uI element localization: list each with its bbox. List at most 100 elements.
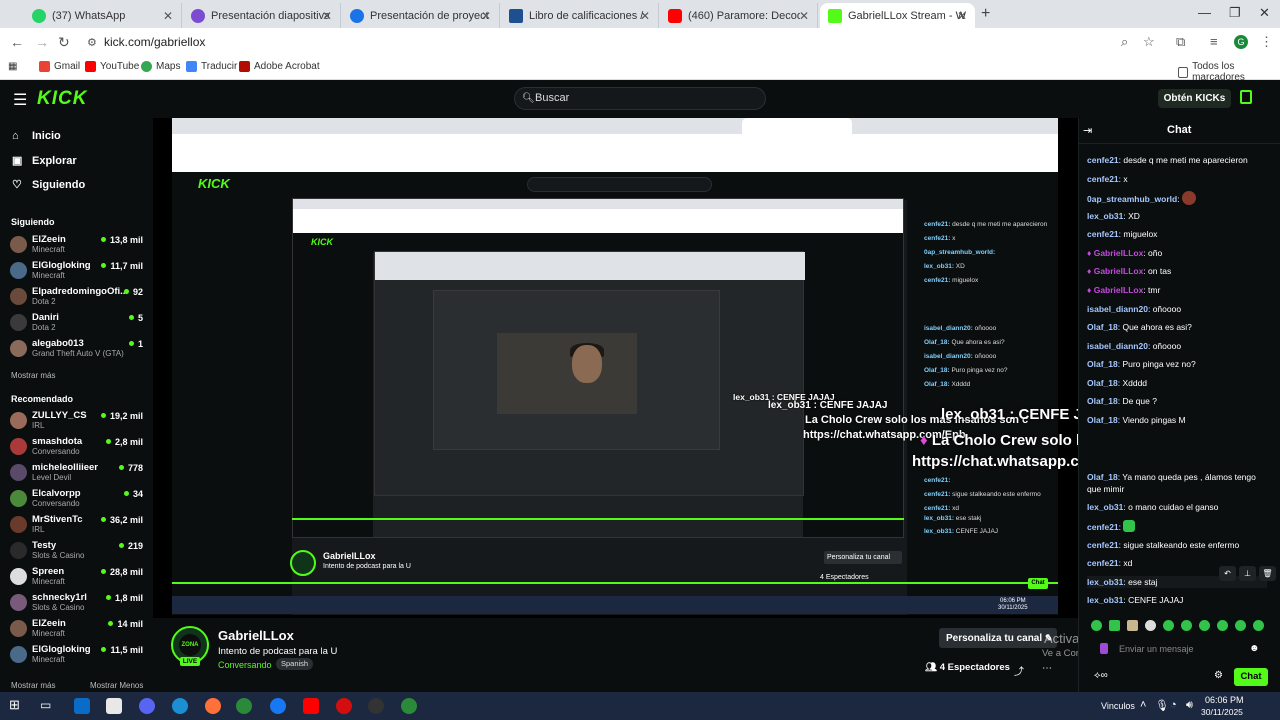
sidebar-channel[interactable]: ElpadredomingoOfi... Dota 2 92 [10,285,145,309]
youtube-icon[interactable] [303,698,319,714]
show-more-following[interactable]: Mostrar más [11,371,55,380]
nav-siguiendo[interactable]: ♡ Siguiendo [12,178,85,192]
sidebar-channel[interactable]: ElGlogloking Minecraft 11,5 mil [10,643,145,667]
show-less-recommended[interactable]: Mostrar Menos [90,681,143,690]
zoom-icon[interactable]: ⌕ [1121,34,1128,50]
language-tag[interactable]: Spanish [276,658,314,670]
tray-arrow-icon[interactable]: ˄ [1140,699,1146,711]
streamer-name[interactable]: GabrielLLox [218,628,294,643]
close-icon[interactable]: ✕ [799,9,809,23]
close-icon[interactable]: ✕ [322,9,332,23]
send-chat-button[interactable]: Chat [1234,668,1268,686]
get-kicks-button[interactable]: Obtén KICKs [1158,89,1231,108]
sidebar-channel[interactable]: MrStivenTc IRL 36,2 mil [10,513,145,537]
volume-icon[interactable]: 🔊︎ [1186,699,1193,712]
site-info-icon[interactable]: ⚙ [87,36,97,49]
store-icon[interactable] [106,698,122,714]
sidebar-channel[interactable]: ElZeein Minecraft 14 mil [10,617,145,641]
sidebar-channel[interactable]: micheleolliieer Level Devil 778 [10,461,145,485]
chat-message-input[interactable]: Enviar un mensaje [1087,640,1267,658]
chrome-icon[interactable] [236,698,252,714]
bookmark-maps[interactable]: Maps [141,61,180,72]
sidebar-channel[interactable]: schnecky1rl Slots & Casino 1,8 mil [10,591,145,615]
stream-category[interactable]: Conversando [218,660,272,670]
search-input[interactable]: 🔍︎ Buscar [514,87,766,110]
apps-grid-icon[interactable]: ▦ [8,61,17,72]
taskbar-time[interactable]: 06:06 PM [1205,695,1244,705]
emote-icon[interactable] [1199,620,1210,631]
close-icon[interactable]: ✕ [481,9,491,23]
tab-whatsapp[interactable]: (37) WhatsApp ✕ [24,3,182,28]
task-view-icon[interactable]: ▭ [40,698,56,714]
emote-icon[interactable] [1109,620,1120,631]
sidebar-channel[interactable]: Testy Slots & Casino 219 [10,539,145,563]
minimize-icon[interactable]: — [1198,5,1211,20]
emote-icon[interactable] [1127,620,1138,631]
reply-icon[interactable]: ↶ [1219,566,1236,581]
close-icon[interactable]: ✕ [957,9,967,23]
forward-icon[interactable]: → [35,34,49,50]
new-tab-icon[interactable]: + [981,5,990,23]
delete-icon[interactable]: 🗑︎ [1259,566,1276,581]
edge-icon[interactable] [172,698,188,714]
sidebar-channel[interactable]: ElZeein Minecraft 13,8 mil [10,233,145,257]
show-more-recommended[interactable]: Mostrar más [11,681,55,690]
window-close-icon[interactable]: ✕ [1259,5,1270,21]
gift-icon[interactable] [1240,90,1252,104]
emote-icon[interactable] [1253,620,1264,631]
close-icon[interactable]: ✕ [163,9,173,23]
app-icon[interactable] [368,698,384,714]
more-options-icon[interactable]: ⋯ [1042,663,1052,674]
emote-icon[interactable] [1145,620,1156,631]
tab-youtube-paramore[interactable]: (460) Paramore: Decode [O ✕ [660,3,818,28]
chrome-profile-icon[interactable] [401,698,417,714]
share-icon[interactable]: ⤴ [1014,663,1024,678]
tab-kick-gabriellox[interactable]: GabrielLLox Stream - Watch Live ✕ [820,3,975,28]
wifi-icon[interactable]: ◔ [1170,699,1177,711]
nav-explorar[interactable]: ▣ Explorar [12,154,77,168]
kick-logo[interactable]: KICK [37,88,87,110]
opera-icon[interactable] [336,698,352,714]
url-text[interactable]: kick.com/gabriellox [104,35,205,49]
emote-icon[interactable] [1217,620,1228,631]
sidebar-channel[interactable]: Spreen Minecraft 28,8 mil [10,565,145,589]
taskbar-date[interactable]: 30/11/2025 [1201,707,1243,717]
close-icon[interactable]: ✕ [640,9,650,23]
windows-start-icon[interactable]: ⊞ [9,697,25,713]
emote-icon[interactable] [1163,620,1174,631]
chat-settings-icon[interactable]: ⚙ [1214,670,1223,681]
nav-inicio[interactable]: ⌂ Inicio [12,130,61,142]
restore-icon[interactable]: ❐ [1229,5,1241,21]
reload-icon[interactable]: ↻ [58,34,70,51]
sidebar-channel[interactable]: Daniri Dota 2 5 [10,311,145,335]
firefox-icon[interactable] [205,698,221,714]
emote-icon[interactable] [1091,620,1102,631]
outlook-icon[interactable] [74,698,90,714]
sidebar-channel[interactable]: ElGlogloking Minecraft 11,7 mil [10,259,145,283]
tab-presentacion-1[interactable]: Presentación diapositivas cosmi ✕ [183,3,341,28]
kebab-menu-icon[interactable]: ⋮ [1260,34,1273,50]
points-icon[interactable]: ⟡∞ [1094,670,1108,681]
facebook-icon[interactable] [270,698,286,714]
collapse-chat-icon[interactable]: ⇥ [1083,124,1092,137]
bookmark-acrobat[interactable]: Adobe Acrobat [239,61,320,72]
emote-icon[interactable] [1181,620,1192,631]
personalize-channel-button[interactable]: Personaliza tu canal ✎ [939,628,1057,648]
tab-presentacion-2[interactable]: Presentación de proyecto Simp ✕ [342,3,500,28]
bookmark-star-icon[interactable]: ☆ [1143,34,1155,50]
sidebar-channel[interactable]: ZULLYY_CS IRL 19,2 mil [10,409,145,433]
media-icon[interactable]: ≡ [1210,34,1218,49]
sidebar-channel[interactable]: alegabo013 Grand Theft Auto V (GTA) 1 [10,337,145,361]
extensions-icon[interactable]: ⧉ [1176,34,1185,50]
sidebar-channel[interactable]: Elcalvorpp Conversando 34 [10,487,145,511]
bookmark-gmail[interactable]: Gmail [39,61,80,72]
emoji-picker-icon[interactable]: ☻ [1249,643,1260,654]
profile-avatar[interactable]: G [1234,35,1248,49]
back-icon[interactable]: ← [10,34,24,50]
bookmark-traducir[interactable]: Traducir [186,61,237,72]
mic-icon[interactable]: 🎙︎ [1155,699,1169,712]
pin-icon[interactable]: ⊥ [1239,566,1256,581]
bookmark-youtube[interactable]: YouTube [85,61,139,72]
taskbar-links-label[interactable]: Vinculos [1101,701,1135,711]
hamburger-menu-icon[interactable]: ☰ [13,90,27,110]
